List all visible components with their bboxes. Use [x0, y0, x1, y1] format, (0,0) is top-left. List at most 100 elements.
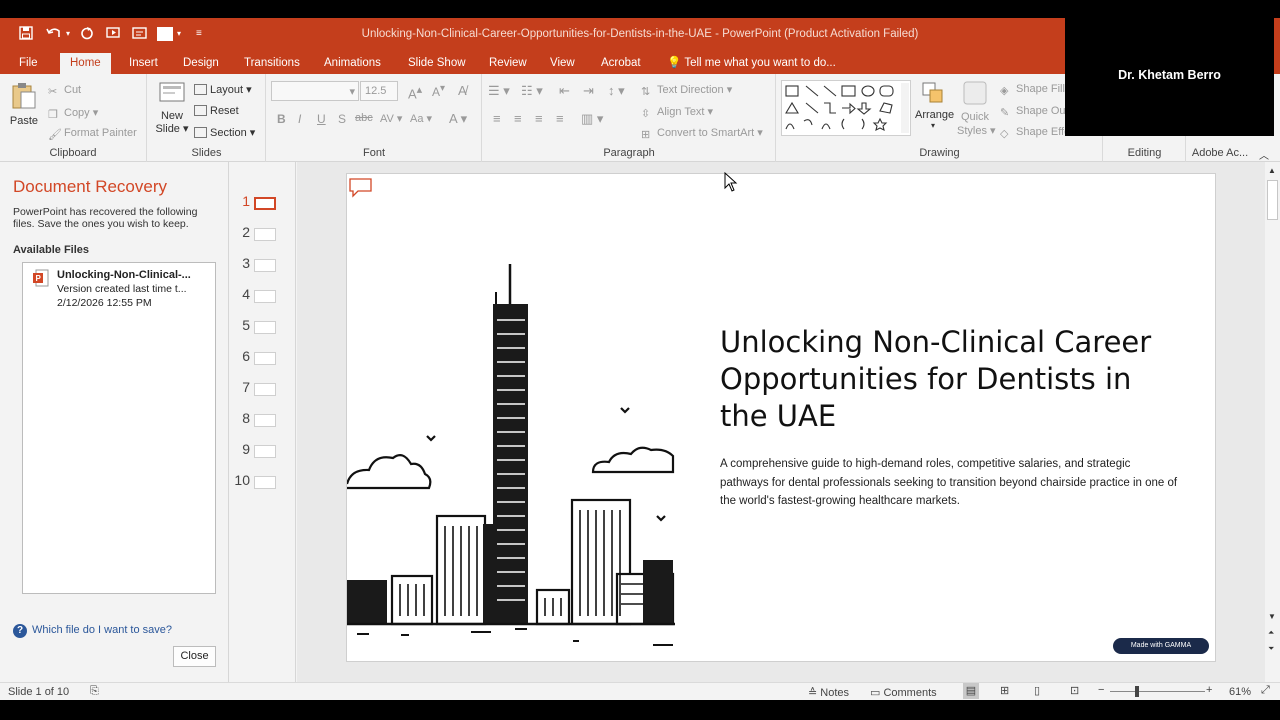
columns-button[interactable]: ▥ ▾	[581, 111, 603, 127]
new-slide-button[interactable]: New Slide ▾	[154, 80, 190, 136]
close-recovery-button[interactable]: Close	[173, 646, 216, 667]
quick-access-dropdown-icon[interactable]: ▾	[177, 26, 181, 42]
fit-to-window-icon[interactable]: ⤢	[1261, 684, 1270, 697]
save-icon[interactable]	[19, 26, 33, 44]
font-name-select[interactable]: ▾	[271, 81, 359, 101]
slide-thumbnail[interactable]: 7	[230, 379, 296, 401]
scroll-up-icon[interactable]: ▲	[1268, 166, 1276, 175]
zoom-in-icon[interactable]: +	[1206, 684, 1212, 696]
undo-dropdown-icon[interactable]: ▾	[66, 26, 70, 42]
convert-smartart-button[interactable]: ⊞ Convert to SmartArt ▾	[641, 126, 763, 141]
layout-button[interactable]: Layout ▾	[194, 83, 252, 96]
vertical-scrollbar[interactable]: ▲ ▼ ⏶ ⏷	[1265, 162, 1280, 684]
slide-thumbnail[interactable]: 5	[230, 317, 296, 339]
slide-show-icon[interactable]: ⊡	[1070, 684, 1079, 697]
numbering-button[interactable]: ☷ ▾	[521, 83, 543, 99]
character-spacing-button[interactable]: AV ▾	[380, 112, 402, 125]
font-color-button[interactable]: A ▾	[449, 111, 467, 127]
current-slide[interactable]: Unlocking Non-Clinical Career Opportunit…	[346, 173, 1216, 662]
shapes-gallery[interactable]	[781, 80, 911, 136]
slide-thumbnail[interactable]: 10	[230, 472, 296, 494]
which-file-help-link[interactable]: ? Which file do I want to save?	[13, 624, 172, 638]
zoom-level[interactable]: 61%	[1229, 686, 1251, 698]
paste-label: Paste	[9, 115, 39, 127]
comment-icon[interactable]	[348, 177, 374, 199]
change-case-button[interactable]: Aa ▾	[410, 112, 432, 125]
slide-thumbnail[interactable]: 4	[230, 286, 296, 308]
collapse-ribbon-icon[interactable]: ︿	[1259, 147, 1269, 162]
tab-insert[interactable]: Insert	[129, 55, 158, 74]
tab-file[interactable]: File	[19, 55, 38, 74]
align-right-button[interactable]: ≡	[535, 111, 543, 126]
slide-thumbnail-image	[254, 476, 276, 489]
tell-me-box[interactable]: 💡 Tell me what you want to do...	[667, 55, 836, 74]
blank-quick-access-icon[interactable]	[157, 27, 173, 41]
justify-button[interactable]: ≡	[556, 111, 564, 126]
reading-view-icon[interactable]: ▯	[1034, 684, 1040, 697]
shadow-button[interactable]: S	[338, 112, 346, 126]
zoom-slider[interactable]	[1110, 691, 1205, 692]
shape-outline-button[interactable]: ✎ Shape Ou	[1000, 105, 1066, 119]
tab-design[interactable]: Design	[183, 55, 219, 74]
shape-fill-button[interactable]: ◈ Shape Fill	[1000, 83, 1065, 97]
format-painter-button[interactable]: 🖌 Format Painter	[48, 127, 137, 141]
shrink-font-icon[interactable]: A▾	[432, 83, 445, 99]
underline-button[interactable]: U	[317, 112, 326, 126]
increase-indent-button[interactable]: ⇥	[583, 83, 594, 99]
tab-slide-show[interactable]: Slide Show	[408, 55, 466, 74]
slide-subtitle[interactable]: A comprehensive guide to high-demand rol…	[720, 455, 1180, 511]
strikethrough-button[interactable]: abc	[355, 112, 373, 124]
grow-font-icon[interactable]: A▴	[408, 83, 422, 101]
align-left-button[interactable]: ≡	[493, 111, 501, 126]
shape-effects-button[interactable]: ◇ Shape Effe	[1000, 126, 1070, 140]
cut-button[interactable]: ✂ Cut	[48, 84, 81, 98]
previous-slide-icon[interactable]: ⏶	[1268, 628, 1274, 638]
comments-button[interactable]: ▭ Comments	[870, 686, 937, 699]
slide-thumbnail[interactable]: 8	[230, 410, 296, 432]
slide-number: 5	[242, 317, 250, 333]
bold-button[interactable]: B	[277, 112, 286, 126]
italic-button[interactable]: I	[298, 112, 301, 126]
tab-view[interactable]: View	[550, 55, 575, 74]
normal-view-icon[interactable]: ▤	[963, 683, 979, 699]
zoom-out-icon[interactable]: −	[1098, 684, 1104, 696]
clear-formatting-icon[interactable]: A̸	[458, 83, 467, 98]
bullets-button[interactable]: ☰ ▾	[488, 83, 510, 99]
copy-button[interactable]: ❐ Copy ▾	[48, 106, 98, 121]
paste-button[interactable]: Paste	[8, 82, 40, 127]
slide-thumbnail[interactable]: 3	[230, 255, 296, 277]
slide-thumbnail[interactable]: 6	[230, 348, 296, 370]
notes-button[interactable]: ≙ Notes	[808, 686, 849, 699]
next-slide-icon[interactable]: ⏷	[1268, 644, 1274, 654]
scroll-thumb[interactable]	[1267, 180, 1278, 220]
clipboard-group-label: Clipboard	[49, 147, 97, 159]
quick-styles-button[interactable]: Quick Styles ▾	[957, 80, 996, 138]
font-size-select[interactable]: 12.5	[360, 81, 398, 101]
present-icon[interactable]	[132, 26, 148, 44]
reset-button[interactable]: Reset	[194, 105, 239, 117]
slide-thumbnail[interactable]: 2	[230, 224, 296, 246]
slide-thumbnail[interactable]: 1	[230, 193, 296, 215]
scroll-down-icon[interactable]: ▼	[1268, 612, 1276, 621]
arrange-button[interactable]: Arrange ▾	[915, 80, 954, 130]
line-spacing-button[interactable]: ↕ ▾	[608, 83, 625, 99]
tab-acrobat[interactable]: Acrobat	[601, 55, 641, 74]
text-direction-button[interactable]: ⇅ Text Direction ▾	[641, 83, 732, 98]
redo-icon[interactable]	[80, 26, 94, 44]
spell-check-icon[interactable]: ⎘	[90, 685, 99, 698]
tab-transitions[interactable]: Transitions	[244, 55, 300, 74]
customize-quick-access-icon[interactable]: ≡	[196, 26, 202, 42]
slide-thumbnail[interactable]: 9	[230, 441, 296, 463]
section-button[interactable]: Section ▾	[194, 126, 255, 139]
slide-title[interactable]: Unlocking Non-Clinical Career Opportunit…	[720, 324, 1160, 435]
undo-icon[interactable]	[46, 26, 62, 44]
center-button[interactable]: ≡	[514, 111, 522, 126]
tab-review[interactable]: Review	[489, 55, 527, 74]
align-text-button[interactable]: ⇳ Align Text ▾	[641, 105, 713, 120]
decrease-indent-button[interactable]: ⇤	[559, 83, 570, 99]
slide-sorter-icon[interactable]: ⊞	[1000, 684, 1009, 697]
start-from-beginning-icon[interactable]	[106, 26, 122, 44]
tab-home[interactable]: Home	[60, 53, 111, 74]
zoom-slider-thumb[interactable]	[1135, 686, 1139, 697]
tab-animations[interactable]: Animations	[324, 55, 381, 74]
